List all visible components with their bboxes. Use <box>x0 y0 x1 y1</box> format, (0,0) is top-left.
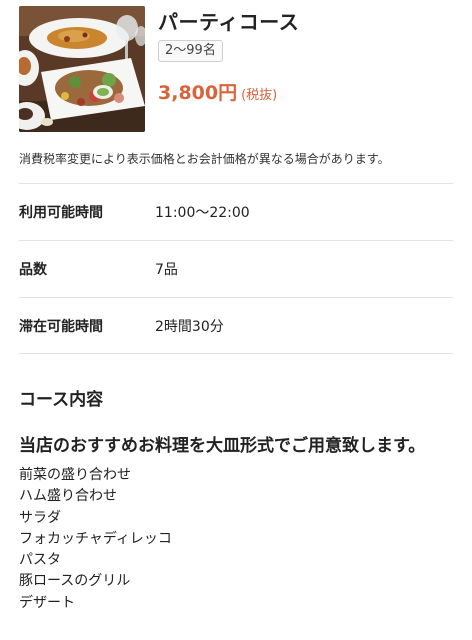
menu-item: 前菜の盛り合わせ <box>19 467 131 483</box>
info-value: 11:00～22:00 <box>155 205 250 221</box>
info-row-item-count: 品数 7品 <box>19 240 453 297</box>
course-header: パーティコース 2～99名 3,800円 (税抜) <box>19 6 459 134</box>
tax-notice: 消費税率変更により表示価格とお会計価格が異なる場合があります。 <box>19 152 390 166</box>
course-price: 3,800円 <box>158 82 238 104</box>
tax-note: (税抜) <box>241 88 278 103</box>
info-label: 利用可能時間 <box>19 205 103 221</box>
info-row-available-time: 利用可能時間 11:00～22:00 <box>19 183 453 240</box>
menu-item: フォカッチャディレッコ <box>19 530 172 547</box>
menu-item: パスタ <box>19 552 61 569</box>
food-photo-image <box>19 6 145 132</box>
info-value: 2時間30分 <box>155 318 224 335</box>
course-title: パーティコース <box>158 10 300 34</box>
info-label: 品数 <box>19 262 47 278</box>
menu-item: ハム盛り合わせ <box>19 488 117 505</box>
info-row-stay-time: 滞在可能時間 2時間30分 <box>19 297 453 354</box>
price-row: 3,800円 (税抜) <box>158 78 277 105</box>
course-info-table: 利用可能時間 11:00～22:00 品数 7品 滞在可能時間 2時間30分 <box>19 183 453 354</box>
capacity-badge: 2～99名 <box>158 40 223 62</box>
menu-item: サラダ <box>19 509 61 526</box>
course-menu-list: 前菜の盛り合わせ ハム盛り合わせ サラダ フォカッチャディレッコ パスタ 豚ロー… <box>19 465 172 614</box>
info-value: 7品 <box>155 262 178 278</box>
menu-item: 豚ロースのグリル <box>19 573 131 590</box>
course-photo[interactable] <box>19 6 145 132</box>
menu-item: デザート <box>19 594 75 611</box>
course-contents-heading: コース内容 <box>19 390 104 410</box>
info-label: 滞在可能時間 <box>19 318 103 335</box>
course-contents-lead: 当店のおすすめお料理を大皿形式でご用意致します。 <box>19 436 426 456</box>
